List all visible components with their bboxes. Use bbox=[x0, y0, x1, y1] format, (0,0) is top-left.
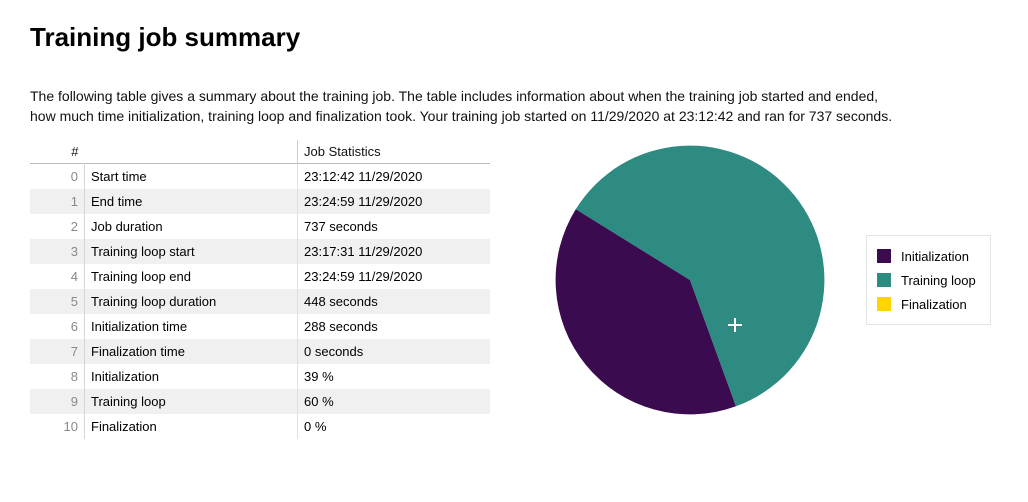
row-value: 23:17:31 11/29/2020 bbox=[298, 239, 491, 264]
row-index: 8 bbox=[30, 364, 85, 389]
col-header-index: # bbox=[30, 140, 85, 164]
row-index: 1 bbox=[30, 189, 85, 214]
row-value: 288 seconds bbox=[298, 314, 491, 339]
summary-description: The following table gives a summary abou… bbox=[30, 87, 900, 126]
row-index: 2 bbox=[30, 214, 85, 239]
legend-item: Initialization bbox=[877, 244, 976, 268]
row-index: 3 bbox=[30, 239, 85, 264]
legend-swatch bbox=[877, 249, 891, 263]
row-value: 0 % bbox=[298, 414, 491, 439]
table-row: 0Start time23:12:42 11/29/2020 bbox=[30, 164, 490, 190]
pie-chart bbox=[550, 140, 830, 420]
row-key: Job duration bbox=[85, 214, 298, 239]
row-value: 737 seconds bbox=[298, 214, 491, 239]
row-index: 0 bbox=[30, 164, 85, 190]
table-row: 1End time23:24:59 11/29/2020 bbox=[30, 189, 490, 214]
legend-label: Finalization bbox=[901, 297, 967, 312]
legend-label: Training loop bbox=[901, 273, 976, 288]
row-index: 6 bbox=[30, 314, 85, 339]
row-value: 60 % bbox=[298, 389, 491, 414]
legend-label: Initialization bbox=[901, 249, 969, 264]
row-key: Training loop bbox=[85, 389, 298, 414]
chart-legend: Initialization Training loop Finalization bbox=[866, 235, 991, 325]
row-value: 23:12:42 11/29/2020 bbox=[298, 164, 491, 190]
table-row: 5Training loop duration448 seconds bbox=[30, 289, 490, 314]
table-row: 3Training loop start23:17:31 11/29/2020 bbox=[30, 239, 490, 264]
row-key: Training loop end bbox=[85, 264, 298, 289]
table-row: 10Finalization0 % bbox=[30, 414, 490, 439]
row-key: Training loop start bbox=[85, 239, 298, 264]
legend-swatch bbox=[877, 273, 891, 287]
legend-swatch bbox=[877, 297, 891, 311]
legend-item: Training loop bbox=[877, 268, 976, 292]
row-index: 4 bbox=[30, 264, 85, 289]
row-key: Initialization time bbox=[85, 314, 298, 339]
legend-item: Finalization bbox=[877, 292, 976, 316]
table-row: 7Finalization time0 seconds bbox=[30, 339, 490, 364]
row-index: 5 bbox=[30, 289, 85, 314]
row-value: 39 % bbox=[298, 364, 491, 389]
row-index: 10 bbox=[30, 414, 85, 439]
row-key: Training loop duration bbox=[85, 289, 298, 314]
table-row: 2Job duration737 seconds bbox=[30, 214, 490, 239]
table-row: 6Initialization time288 seconds bbox=[30, 314, 490, 339]
col-header-name bbox=[85, 140, 298, 164]
stats-table: # Job Statistics 0Start time23:12:42 11/… bbox=[30, 140, 490, 439]
row-value: 23:24:59 11/29/2020 bbox=[298, 264, 491, 289]
row-key: Start time bbox=[85, 164, 298, 190]
row-index: 7 bbox=[30, 339, 85, 364]
row-key: End time bbox=[85, 189, 298, 214]
row-key: Finalization bbox=[85, 414, 298, 439]
row-value: 448 seconds bbox=[298, 289, 491, 314]
table-row: 4Training loop end23:24:59 11/29/2020 bbox=[30, 264, 490, 289]
row-index: 9 bbox=[30, 389, 85, 414]
table-row: 9Training loop60 % bbox=[30, 389, 490, 414]
page-title: Training job summary bbox=[30, 22, 998, 53]
table-row: 8Initialization39 % bbox=[30, 364, 490, 389]
row-value: 0 seconds bbox=[298, 339, 491, 364]
col-header-stats: Job Statistics bbox=[298, 140, 491, 164]
row-key: Initialization bbox=[85, 364, 298, 389]
row-value: 23:24:59 11/29/2020 bbox=[298, 189, 491, 214]
row-key: Finalization time bbox=[85, 339, 298, 364]
